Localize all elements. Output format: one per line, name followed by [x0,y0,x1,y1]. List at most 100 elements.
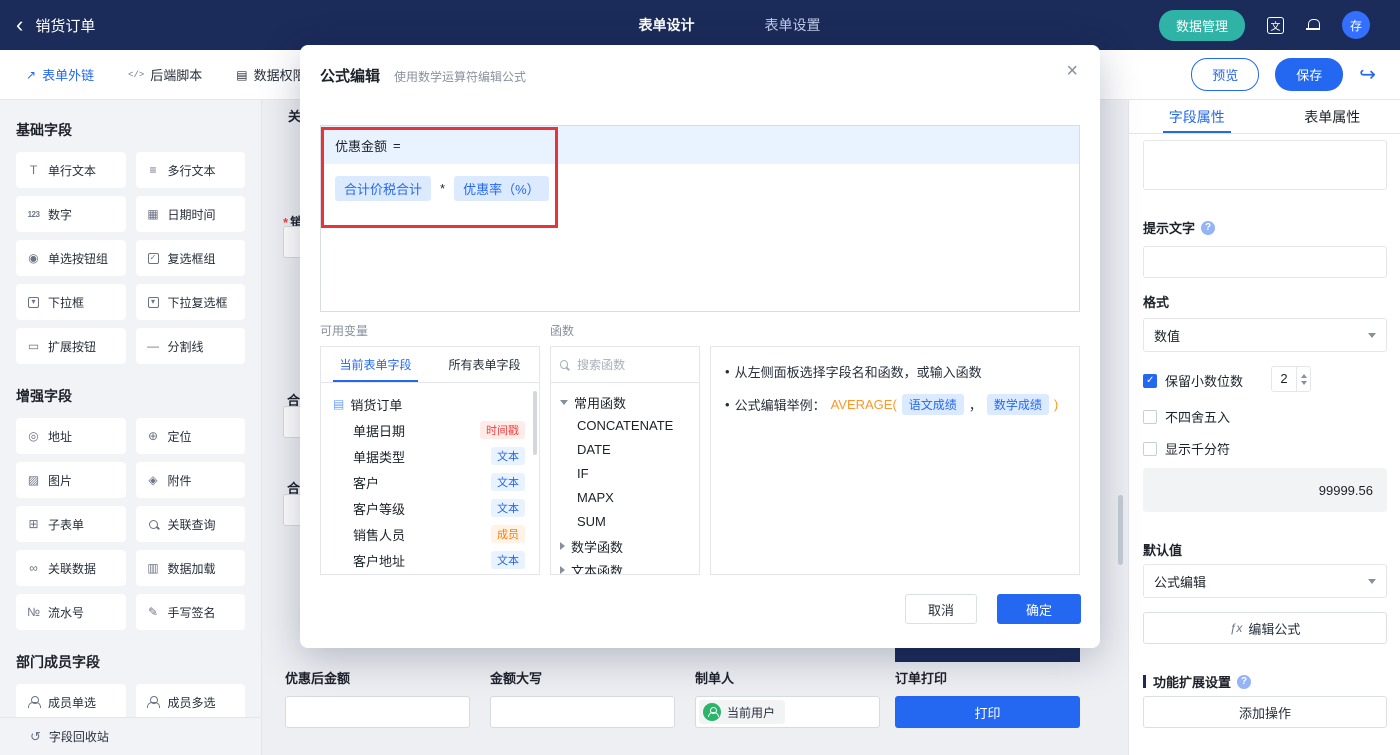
function-group-math[interactable]: 数学函数 [560,534,699,558]
sidebar-item-dropdown-multi[interactable]: ▾下拉复选框 [136,284,246,320]
sidebar-item-member-single[interactable]: 成员单选 [16,684,126,720]
no-round-checkbox[interactable] [1143,410,1157,424]
format-select[interactable]: 数值 [1143,318,1387,352]
toolbar-item-external-link[interactable]: ↗ 表单外链 [26,65,94,84]
tree-root-sales-order[interactable]: ▤ 销货订单 [333,391,539,417]
variable-row[interactable]: 单据日期时间戳 [333,417,539,443]
sidebar-item-location[interactable]: ⊕定位 [136,418,246,454]
sidebar-item-label: 下拉框 [48,294,84,311]
function-item[interactable]: SUM [560,510,699,534]
sidebar-item-related-data[interactable]: ∞关联数据 [16,550,126,586]
toolbar-item-backend-script[interactable]: </> 后端脚本 [128,65,202,84]
decimal-checkbox-row[interactable]: 保留小数位数 [1143,371,1243,390]
add-action-button[interactable]: 添加操作 [1143,696,1387,728]
formula-field-chip[interactable]: 合计价税合计 [335,176,431,201]
step-down-icon[interactable] [1301,381,1307,385]
sidebar-item-number[interactable]: 123数字 [16,196,126,232]
tab-form-design[interactable]: 表单设计 [638,15,694,35]
confirm-button[interactable]: 确定 [997,594,1081,624]
sidebar-item-checkbox-group[interactable]: ✓复选框组 [136,240,246,276]
function-search[interactable] [551,347,699,383]
function-item[interactable]: MAPX [560,486,699,510]
edit-formula-button[interactable]: ƒx 编辑公式 [1143,612,1387,644]
sidebar-item-serial-number[interactable]: №流水号 [16,594,126,630]
tab-field-properties[interactable]: 字段属性 [1129,100,1265,133]
default-value-select[interactable]: 公式编辑 [1143,564,1387,598]
format-label: 格式 [1143,292,1169,311]
decimal-stepper[interactable]: 2 [1271,366,1311,392]
sidebar-item-related-query[interactable]: 关联查询 [136,506,246,542]
thousand-checkbox[interactable] [1143,442,1157,456]
variables-panel: 当前表单字段 所有表单字段 ▤ 销货订单 单据日期时间戳 单据类型文本 客户文本… [320,346,540,575]
sidebar-item-single-line-text[interactable]: T单行文本 [16,152,126,188]
properties-panel: 字段属性 表单属性 提示文字 ? 格式 数值 保留小数位数 2 不四舍五入 显 [1128,100,1400,755]
thousand-checkbox-row[interactable]: 显示千分符 [1143,439,1230,458]
share-icon[interactable]: ↪ [1359,62,1376,87]
function-item[interactable]: CONCATENATE [560,414,699,438]
help-icon[interactable]: ? [1201,221,1215,235]
function-search-input[interactable] [575,357,690,373]
tab-form-properties[interactable]: 表单属性 [1265,100,1400,133]
help-example-label: 公式编辑举例： [735,395,826,414]
tab-form-settings[interactable]: 表单设置 [764,15,820,35]
creator-input[interactable]: 当前用户 [695,696,880,728]
function-item[interactable]: DATE [560,438,699,462]
preview-button[interactable]: 预览 [1191,58,1259,91]
function-group-common[interactable]: 常用函数 [560,390,699,414]
sidebar-item-subform[interactable]: ⊞子表单 [16,506,126,542]
decimal-checkbox[interactable] [1143,374,1157,388]
image-icon: ▨ [26,473,41,487]
sidebar-item-member-multi[interactable]: 成员多选 [136,684,246,720]
sidebar-item-label: 日期时间 [168,206,216,223]
sidebar-item-radio-group[interactable]: ◉单选按钮组 [16,240,126,276]
variable-row[interactable]: 销售人员成员 [333,521,539,547]
cancel-button[interactable]: 取消 [905,594,977,624]
sidebar-item-image[interactable]: ▨图片 [16,462,126,498]
sidebar-item-data-load[interactable]: ▥数据加载 [136,550,246,586]
decimal-checkbox-label: 保留小数位数 [1165,371,1243,390]
sidebar-item-datetime[interactable]: ▦日期时间 [136,196,246,232]
formula-editor[interactable]: 优惠金额 = 合计价税合计 * 优惠率（%） [320,125,1080,312]
field-recycle-bin[interactable]: ↺ 字段回收站 [0,717,261,755]
sidebar-item-address[interactable]: ◎地址 [16,418,126,454]
save-button[interactable]: 保存 [1275,58,1343,91]
notification-bell-icon[interactable] [1306,18,1320,32]
sidebar-item-attachment[interactable]: ◈附件 [136,462,246,498]
field-title-box[interactable] [1143,140,1387,190]
no-round-checkbox-row[interactable]: 不四舍五入 [1143,407,1230,426]
sidebar-item-label: 流水号 [48,604,84,621]
tab-current-form-fields[interactable]: 当前表单字段 [321,347,430,382]
variable-row[interactable]: 单据类型文本 [333,443,539,469]
function-group-text[interactable]: 文本函数 [560,558,699,575]
toolbar-item-data-permission[interactable]: ▤ 数据权限 [236,65,305,84]
sidebar-item-multi-line-text[interactable]: ≡多行文本 [136,152,246,188]
help-icon[interactable]: ? [1237,675,1251,689]
sidebar-item-divider[interactable]: —分割线 [136,328,246,364]
variable-row[interactable]: 客户等级文本 [333,495,539,521]
variable-row[interactable]: 客户文本 [333,469,539,495]
canvas-scrollbar[interactable] [1118,495,1123,565]
topbar-tabs: 表单设计 表单设置 [300,15,1159,35]
sidebar-item-dropdown[interactable]: ▾下拉框 [16,284,126,320]
close-icon[interactable]: × [1066,61,1078,81]
stepper-arrows[interactable] [1296,367,1310,391]
function-item[interactable]: IF [560,462,699,486]
variables-scrollbar[interactable] [533,391,537,455]
sidebar-item-extend-button[interactable]: ▭扩展按钮 [16,328,126,364]
data-manage-button[interactable]: 数据管理 [1159,10,1245,41]
print-button[interactable]: 打印 [895,696,1080,728]
amount-after-discount-input[interactable] [285,696,470,728]
sidebar-item-label: 手写签名 [168,604,216,621]
sidebar-item-signature[interactable]: ✎手写签名 [136,594,246,630]
variable-row[interactable]: 客户地址文本 [333,547,539,573]
amount-in-words-input[interactable] [490,696,675,728]
language-icon[interactable]: 文 [1267,17,1284,34]
hint-text-input[interactable] [1143,246,1387,278]
formula-field-chip[interactable]: 优惠率（%） [454,176,549,201]
current-user-chip[interactable]: 当前用户 [699,700,785,724]
user-avatar[interactable]: 存 [1342,11,1370,39]
sidebar-item-label: 附件 [168,472,192,489]
back-icon[interactable]: ‹ [16,15,23,35]
tab-all-form-fields[interactable]: 所有表单字段 [430,347,539,382]
step-up-icon[interactable] [1301,374,1307,378]
